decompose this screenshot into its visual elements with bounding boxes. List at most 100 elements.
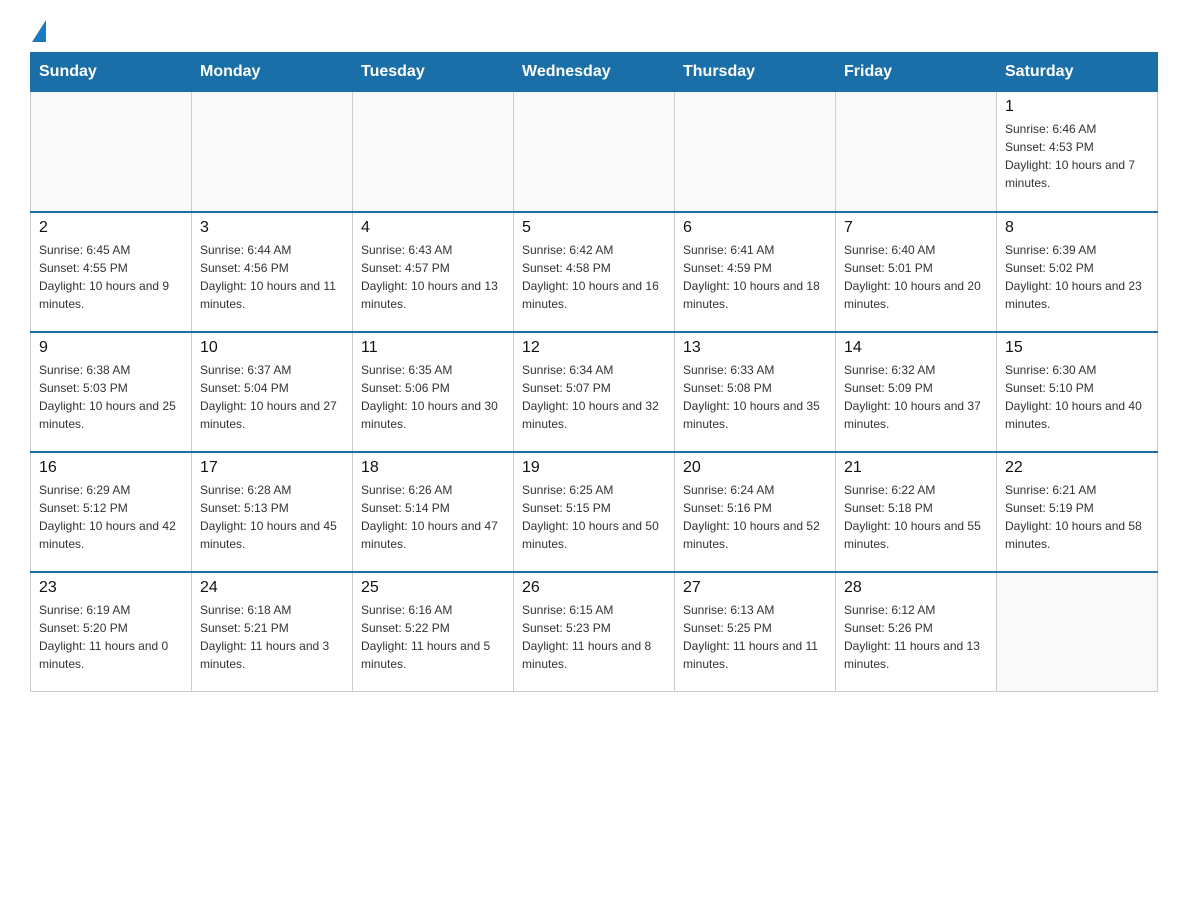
calendar-day-cell — [31, 92, 192, 212]
calendar-header-friday: Friday — [836, 53, 997, 92]
day-info: Sunrise: 6:26 AM Sunset: 5:14 PM Dayligh… — [361, 481, 505, 553]
calendar-day-cell: 24 Sunrise: 6:18 AM Sunset: 5:21 PM Dayli… — [192, 572, 353, 692]
calendar-day-cell: 27Sunrise: 6:13 AM Sunset: 5:25 PM Dayli… — [675, 572, 836, 692]
day-number: 26 — [522, 579, 666, 597]
day-number: 20 — [683, 459, 827, 477]
day-info: Sunrise: 6:32 AM Sunset: 5:09 PM Dayligh… — [844, 361, 988, 433]
day-number: 17 — [200, 459, 344, 477]
day-info: Sunrise: 6:19 AM Sunset: 5:20 PM Dayligh… — [39, 601, 183, 673]
day-number: 12 — [522, 339, 666, 357]
calendar-day-cell: 7 Sunrise: 6:40 AM Sunset: 5:01 PM Daylig… — [836, 212, 997, 332]
day-info: Sunrise: 6:25 AM Sunset: 5:15 PM Dayligh… — [522, 481, 666, 553]
calendar-day-cell — [997, 572, 1158, 692]
day-number: 8 — [1005, 219, 1149, 237]
day-info: Sunrise: 6:42 AM Sunset: 4:58 PM Dayligh… — [522, 241, 666, 313]
day-info: Sunrise: 6:41 AM Sunset: 4:59 PM Dayligh… — [683, 241, 827, 313]
calendar-day-cell — [675, 92, 836, 212]
calendar-day-cell: 28 Sunrise: 6:12 AM Sunset: 5:26 PM Dayli… — [836, 572, 997, 692]
calendar-day-cell: 6Sunrise: 6:41 AM Sunset: 4:59 PM Daylig… — [675, 212, 836, 332]
calendar-day-cell: 25 Sunrise: 6:16 AM Sunset: 5:22 PM Dayli… — [353, 572, 514, 692]
day-number: 16 — [39, 459, 183, 477]
day-info: Sunrise: 6:37 AM Sunset: 5:04 PM Dayligh… — [200, 361, 344, 433]
calendar-day-cell: 19 Sunrise: 6:25 AM Sunset: 5:15 PM Dayli… — [514, 452, 675, 572]
day-info: Sunrise: 6:33 AM Sunset: 5:08 PM Dayligh… — [683, 361, 827, 433]
day-info: Sunrise: 6:12 AM Sunset: 5:26 PM Dayligh… — [844, 601, 988, 673]
day-info: Sunrise: 6:28 AM Sunset: 5:13 PM Dayligh… — [200, 481, 344, 553]
calendar-day-cell: 4 Sunrise: 6:43 AM Sunset: 4:57 PM Daylig… — [353, 212, 514, 332]
calendar-day-cell — [192, 92, 353, 212]
day-number: 7 — [844, 219, 988, 237]
day-number: 3 — [200, 219, 344, 237]
calendar-day-cell: 26 Sunrise: 6:15 AM Sunset: 5:23 PM Dayli… — [514, 572, 675, 692]
day-info: Sunrise: 6:40 AM Sunset: 5:01 PM Dayligh… — [844, 241, 988, 313]
day-info: Sunrise: 6:45 AM Sunset: 4:55 PM Dayligh… — [39, 241, 183, 313]
day-info: Sunrise: 6:46 AM Sunset: 4:53 PM Dayligh… — [1005, 120, 1149, 192]
calendar-day-cell: 12 Sunrise: 6:34 AM Sunset: 5:07 PM Dayli… — [514, 332, 675, 452]
calendar-week-row: 9 Sunrise: 6:38 AM Sunset: 5:03 PM Daylig… — [31, 332, 1158, 452]
calendar-day-cell: 16Sunrise: 6:29 AM Sunset: 5:12 PM Dayli… — [31, 452, 192, 572]
logo-triangle-icon — [32, 20, 46, 42]
day-info: Sunrise: 6:35 AM Sunset: 5:06 PM Dayligh… — [361, 361, 505, 433]
calendar-table: SundayMondayTuesdayWednesdayThursdayFrid… — [30, 52, 1158, 692]
calendar-header-monday: Monday — [192, 53, 353, 92]
calendar-day-cell: 18 Sunrise: 6:26 AM Sunset: 5:14 PM Dayli… — [353, 452, 514, 572]
day-info: Sunrise: 6:38 AM Sunset: 5:03 PM Dayligh… — [39, 361, 183, 433]
calendar-week-row: 1 Sunrise: 6:46 AM Sunset: 4:53 PM Daylig… — [31, 92, 1158, 212]
calendar-day-cell: 8 Sunrise: 6:39 AM Sunset: 5:02 PM Daylig… — [997, 212, 1158, 332]
day-number: 24 — [200, 579, 344, 597]
day-number: 28 — [844, 579, 988, 597]
day-number: 19 — [522, 459, 666, 477]
calendar-day-cell: 21 Sunrise: 6:22 AM Sunset: 5:18 PM Dayli… — [836, 452, 997, 572]
calendar-day-cell: 13 Sunrise: 6:33 AM Sunset: 5:08 PM Dayli… — [675, 332, 836, 452]
day-info: Sunrise: 6:13 AM Sunset: 5:25 PM Dayligh… — [683, 601, 827, 673]
calendar-header-wednesday: Wednesday — [514, 53, 675, 92]
day-number: 2 — [39, 219, 183, 237]
calendar-day-cell — [514, 92, 675, 212]
calendar-day-cell: 9 Sunrise: 6:38 AM Sunset: 5:03 PM Daylig… — [31, 332, 192, 452]
day-number: 25 — [361, 579, 505, 597]
day-number: 1 — [1005, 98, 1149, 116]
calendar-header-tuesday: Tuesday — [353, 53, 514, 92]
calendar-header-saturday: Saturday — [997, 53, 1158, 92]
day-info: Sunrise: 6:34 AM Sunset: 5:07 PM Dayligh… — [522, 361, 666, 433]
calendar-day-cell: 11 Sunrise: 6:35 AM Sunset: 5:06 PM Dayli… — [353, 332, 514, 452]
day-number: 13 — [683, 339, 827, 357]
calendar-week-row: 2 Sunrise: 6:45 AM Sunset: 4:55 PM Daylig… — [31, 212, 1158, 332]
day-number: 22 — [1005, 459, 1149, 477]
day-number: 18 — [361, 459, 505, 477]
calendar-day-cell: 14 Sunrise: 6:32 AM Sunset: 5:09 PM Dayli… — [836, 332, 997, 452]
day-info: Sunrise: 6:39 AM Sunset: 5:02 PM Dayligh… — [1005, 241, 1149, 313]
day-info: Sunrise: 6:30 AM Sunset: 5:10 PM Dayligh… — [1005, 361, 1149, 433]
day-info: Sunrise: 6:21 AM Sunset: 5:19 PM Dayligh… — [1005, 481, 1149, 553]
calendar-day-cell — [836, 92, 997, 212]
calendar-day-cell: 3Sunrise: 6:44 AM Sunset: 4:56 PM Daylig… — [192, 212, 353, 332]
day-info: Sunrise: 6:18 AM Sunset: 5:21 PM Dayligh… — [200, 601, 344, 673]
day-number: 4 — [361, 219, 505, 237]
day-number: 14 — [844, 339, 988, 357]
day-info: Sunrise: 6:24 AM Sunset: 5:16 PM Dayligh… — [683, 481, 827, 553]
calendar-day-cell: 15 Sunrise: 6:30 AM Sunset: 5:10 PM Dayli… — [997, 332, 1158, 452]
calendar-day-cell: 1 Sunrise: 6:46 AM Sunset: 4:53 PM Daylig… — [997, 92, 1158, 212]
day-info: Sunrise: 6:15 AM Sunset: 5:23 PM Dayligh… — [522, 601, 666, 673]
day-info: Sunrise: 6:16 AM Sunset: 5:22 PM Dayligh… — [361, 601, 505, 673]
day-number: 10 — [200, 339, 344, 357]
calendar-week-row: 16Sunrise: 6:29 AM Sunset: 5:12 PM Dayli… — [31, 452, 1158, 572]
calendar-header-row: SundayMondayTuesdayWednesdayThursdayFrid… — [31, 53, 1158, 92]
logo — [30, 20, 48, 42]
day-number: 11 — [361, 339, 505, 357]
day-info: Sunrise: 6:22 AM Sunset: 5:18 PM Dayligh… — [844, 481, 988, 553]
calendar-day-cell: 17 Sunrise: 6:28 AM Sunset: 5:13 PM Dayli… — [192, 452, 353, 572]
calendar-week-row: 23 Sunrise: 6:19 AM Sunset: 5:20 PM Dayli… — [31, 572, 1158, 692]
calendar-day-cell: 5Sunrise: 6:42 AM Sunset: 4:58 PM Daylig… — [514, 212, 675, 332]
day-number: 23 — [39, 579, 183, 597]
calendar-header-sunday: Sunday — [31, 53, 192, 92]
calendar-day-cell: 2 Sunrise: 6:45 AM Sunset: 4:55 PM Daylig… — [31, 212, 192, 332]
day-number: 15 — [1005, 339, 1149, 357]
calendar-header-thursday: Thursday — [675, 53, 836, 92]
day-info: Sunrise: 6:43 AM Sunset: 4:57 PM Dayligh… — [361, 241, 505, 313]
calendar-day-cell: 22 Sunrise: 6:21 AM Sunset: 5:19 PM Dayli… — [997, 452, 1158, 572]
calendar-day-cell: 10 Sunrise: 6:37 AM Sunset: 5:04 PM Dayli… — [192, 332, 353, 452]
day-number: 21 — [844, 459, 988, 477]
day-number: 9 — [39, 339, 183, 357]
calendar-day-cell: 20 Sunrise: 6:24 AM Sunset: 5:16 PM Dayli… — [675, 452, 836, 572]
